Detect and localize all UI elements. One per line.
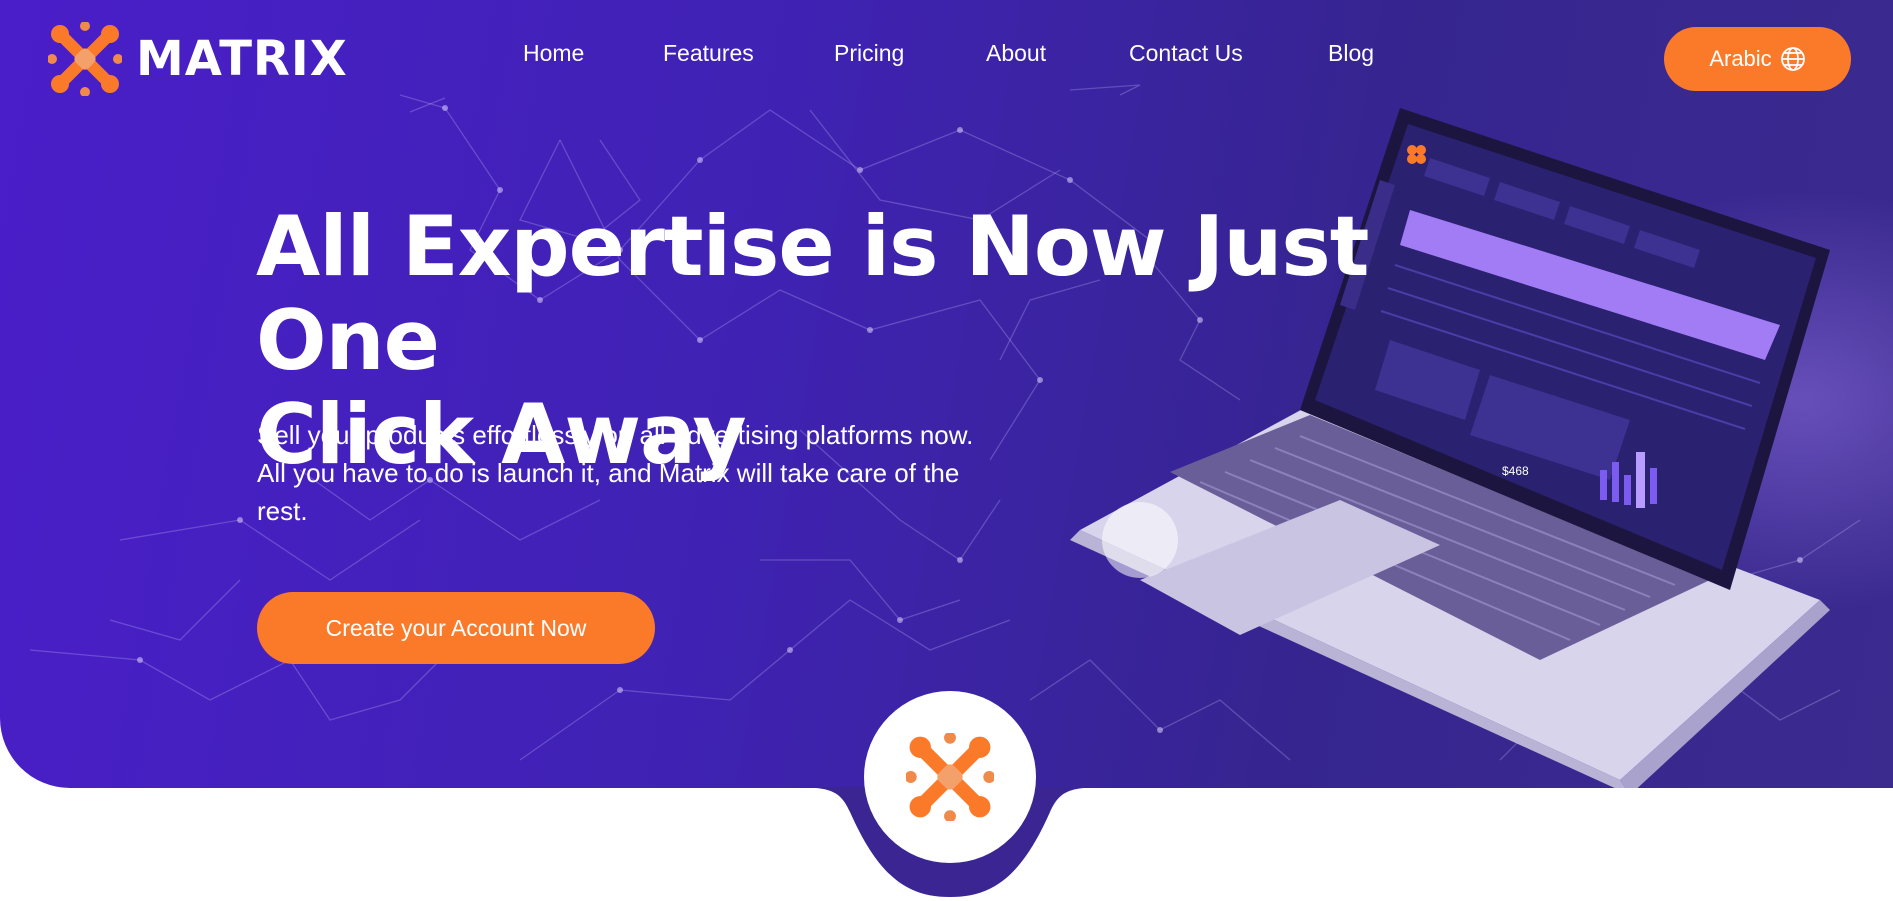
nav-item-blog[interactable]: Blog (1328, 40, 1374, 67)
hero-subtext-line1: Sell your products effortlessly on all a… (257, 420, 974, 450)
nav-item-pricing[interactable]: Pricing (834, 40, 904, 67)
brand-logo[interactable]: MATRIX (48, 22, 348, 96)
matrix-x-logo-icon (48, 22, 122, 96)
nav-item-about[interactable]: About (986, 40, 1046, 67)
matrix-x-badge-icon (906, 733, 994, 821)
hero-section: $468 MATRIX Home Features Pricing About … (0, 0, 1893, 788)
top-navigation: MATRIX Home Features Pricing About Conta… (0, 0, 1893, 115)
nav-item-contact-us[interactable]: Contact Us (1129, 40, 1243, 67)
brand-name: MATRIX (136, 31, 348, 87)
nav-item-features[interactable]: Features (663, 40, 754, 67)
language-button-label: Arabic (1709, 46, 1772, 71)
hero-headline-line1: All Expertise is Now Just One (256, 198, 1369, 389)
create-account-button[interactable]: Create your Account Now (257, 592, 655, 664)
hero-subtext-line2: All you have to do is launch it, and Mat… (257, 458, 960, 488)
globe-icon (1780, 47, 1805, 71)
center-logo-badge (864, 691, 1036, 863)
hero-subtext-line3: rest. (257, 496, 308, 526)
nav-item-home[interactable]: Home (523, 40, 584, 67)
hero-subtext: Sell your products effortlessly on all a… (257, 416, 1047, 530)
language-switch-button[interactable]: Arabic (1664, 27, 1851, 91)
